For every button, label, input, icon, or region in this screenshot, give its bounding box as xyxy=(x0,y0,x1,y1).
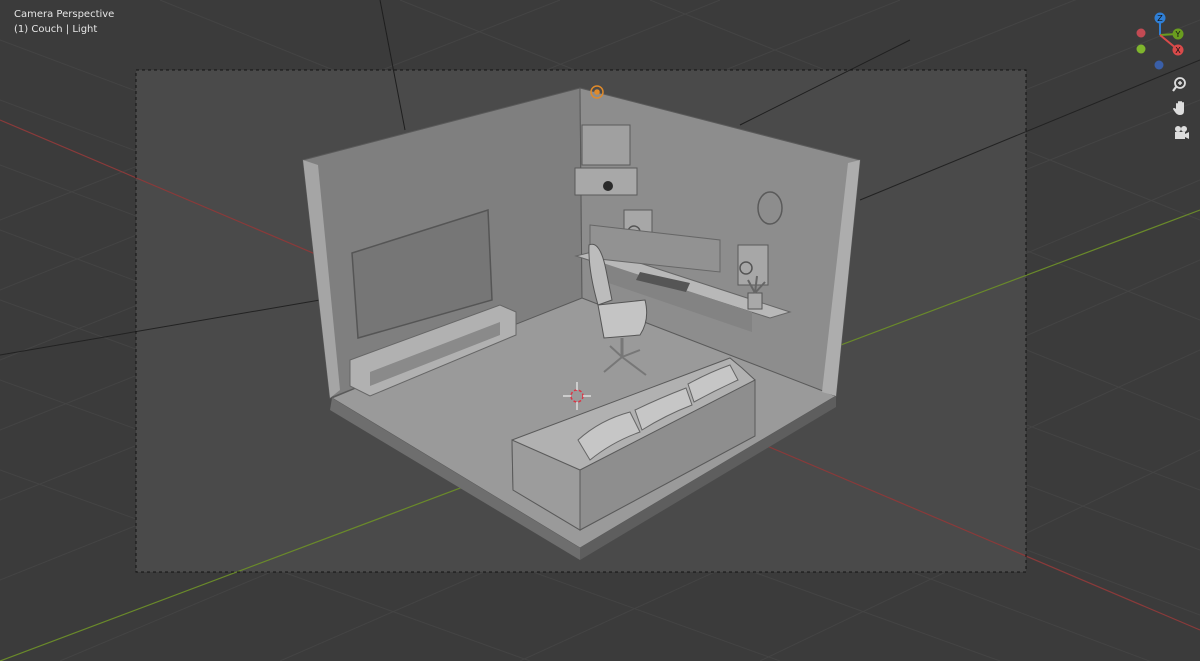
wall-shelf-top[interactable] xyxy=(581,124,631,166)
gizmo-z-label: Z xyxy=(1157,14,1163,23)
zoom-icon[interactable] xyxy=(1170,74,1192,96)
gizmo-y-label: Y xyxy=(1175,30,1181,39)
camera-view-icon[interactable] xyxy=(1170,122,1192,144)
gizmo-x-label: X xyxy=(1175,46,1181,55)
gizmo-neg-z-axis[interactable] xyxy=(1154,60,1164,70)
navigation-gizmo[interactable]: Z Y X xyxy=(1130,8,1190,78)
plant-pot[interactable] xyxy=(747,292,763,310)
gizmo-neg-x-axis[interactable] xyxy=(1136,28,1146,38)
3d-viewport[interactable]: Camera Perspective (1) Couch | Light Z Y… xyxy=(0,0,1200,661)
gizmo-neg-y-axis[interactable] xyxy=(1136,44,1146,54)
view-mode-label: Camera Perspective xyxy=(14,9,115,20)
shelf-figure xyxy=(603,181,613,191)
active-object-label: (1) Couch | Light xyxy=(14,24,98,35)
speaker-right[interactable] xyxy=(737,244,769,286)
viewport-scene[interactable] xyxy=(0,0,1200,661)
hand-pan-icon[interactable] xyxy=(1170,98,1192,120)
